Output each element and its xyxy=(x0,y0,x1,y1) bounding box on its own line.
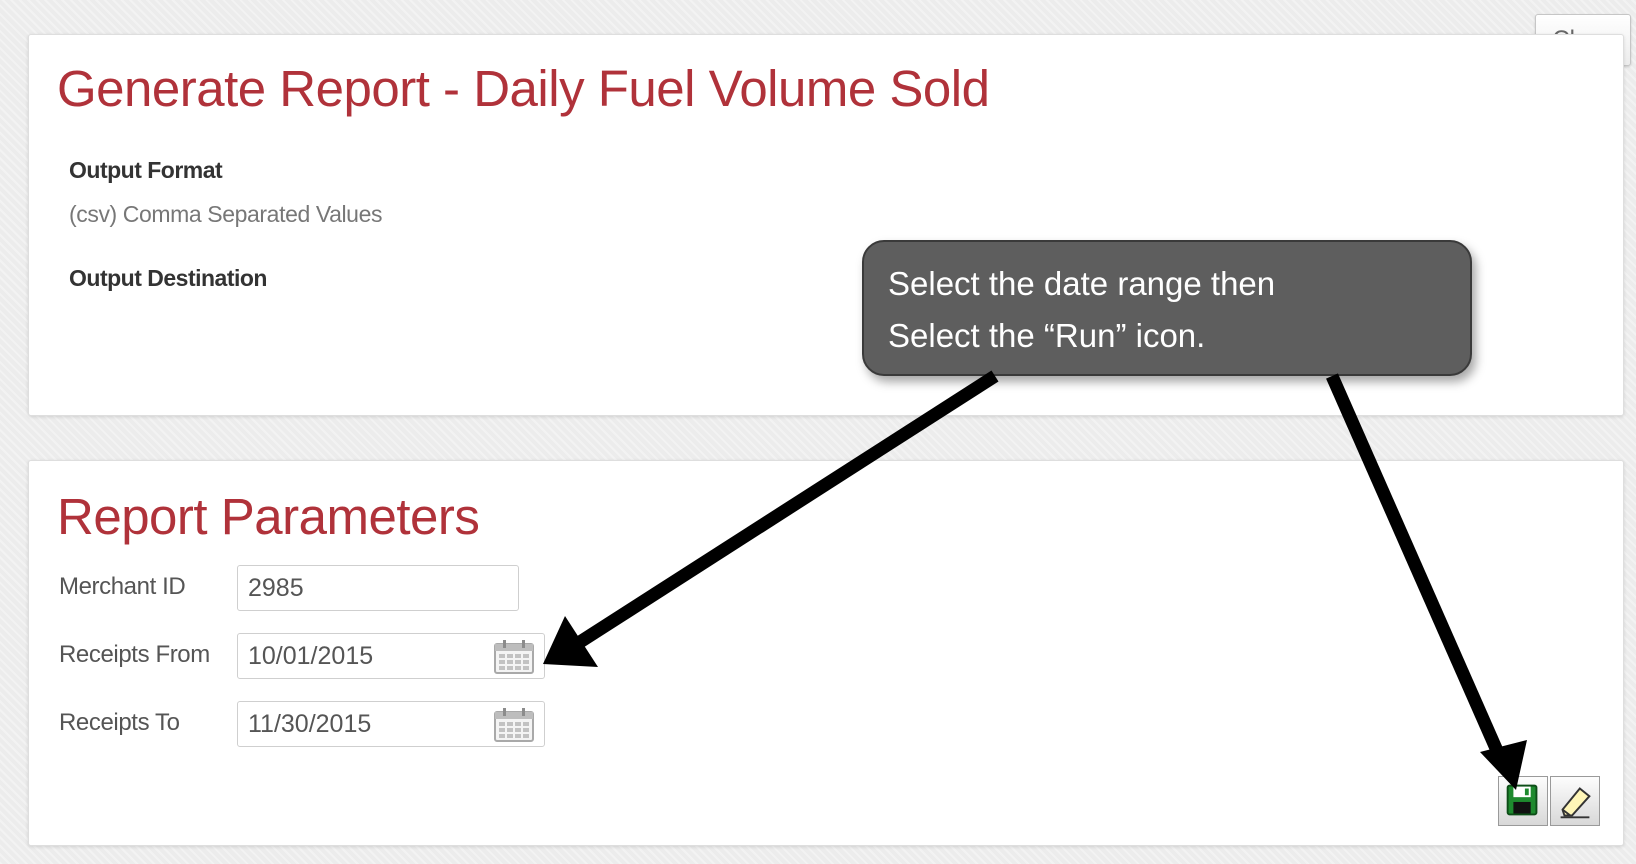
save-disk-icon xyxy=(1506,784,1538,816)
output-destination-label: Output Destination xyxy=(69,265,267,291)
receipts-to-label: Receipts To xyxy=(59,709,180,736)
output-format-value: (csv) Comma Separated Values xyxy=(69,201,383,227)
receipts-to-value: 11/30/2015 xyxy=(248,710,372,738)
page-title: Generate Report - Daily Fuel Volume Sold xyxy=(57,60,990,117)
report-parameters-panel: Report Parameters Merchant ID 2985 Recei… xyxy=(28,460,1624,846)
section-title: Report Parameters xyxy=(57,488,480,545)
calendar-icon[interactable] xyxy=(494,708,534,742)
receipts-from-value: 10/01/2015 xyxy=(248,642,374,670)
receipts-from-input[interactable]: 10/01/2015 xyxy=(237,633,545,679)
eraser-icon xyxy=(1560,787,1591,819)
calendar-icon[interactable] xyxy=(494,640,534,674)
merchant-id-input[interactable]: 2985 xyxy=(237,565,519,611)
receipts-from-label: Receipts From xyxy=(59,641,210,668)
receipts-to-input[interactable]: 11/30/2015 xyxy=(237,701,545,747)
output-format-label: Output Format xyxy=(69,157,223,183)
clear-button[interactable] xyxy=(1550,776,1600,826)
callout-line-2: Select the “Run” icon. xyxy=(888,317,1206,354)
instruction-callout: Select the date range then Select the “R… xyxy=(862,240,1472,376)
merchant-id-label: Merchant ID xyxy=(59,573,186,600)
run-button[interactable] xyxy=(1498,776,1548,826)
callout-line-1: Select the date range then xyxy=(888,265,1276,302)
